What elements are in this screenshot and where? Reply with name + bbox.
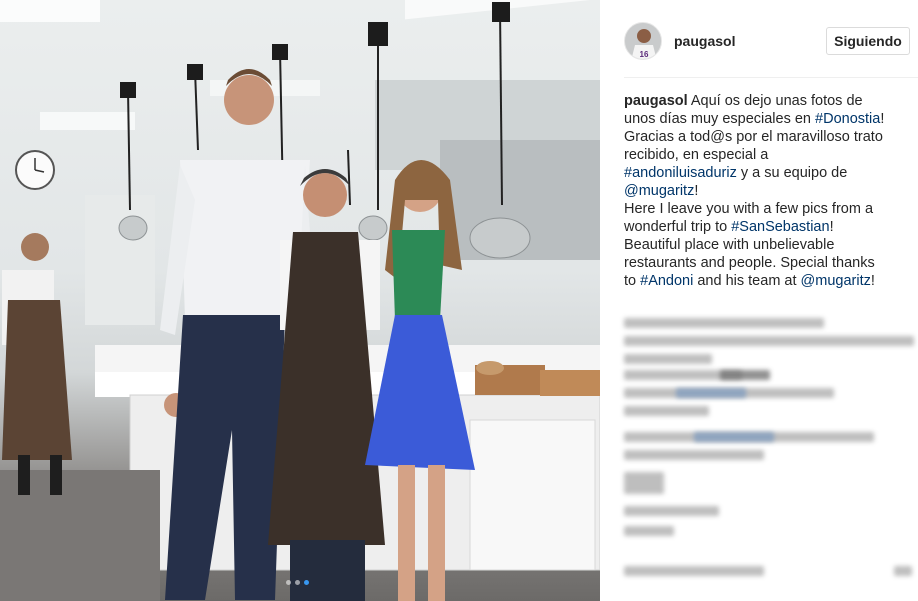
avatar-image: 16 — [625, 23, 661, 59]
caption-line: wonderful trip to #SanSebastian! — [624, 218, 914, 236]
caption-text: Gracias a tod@s por el maravilloso trato — [624, 129, 883, 145]
caption-text: ! — [694, 183, 699, 199]
caption-line: Here I leave you with a few pics from a — [624, 200, 914, 218]
caption-text: Here I leave you with a few pics from a — [624, 201, 874, 217]
caption-text: wonderful trip to — [624, 219, 732, 235]
caption-text: to — [624, 273, 641, 289]
carousel-dot[interactable] — [295, 580, 300, 585]
caption-text: recibido, en especial a — [624, 147, 769, 163]
svg-text:16: 16 — [640, 50, 649, 59]
mention-link[interactable]: @mugaritz — [801, 273, 871, 289]
hashtag-link[interactable]: #Andoni — [640, 273, 693, 289]
kitchen-photo-image — [0, 0, 600, 601]
hashtag-link[interactable]: #andoniluisaduriz — [624, 165, 737, 181]
carousel-indicator[interactable] — [286, 580, 309, 585]
caption-line: restaurants and people. Special thanks — [624, 254, 914, 272]
caption-text: ! — [829, 219, 834, 235]
username-link[interactable]: paugasol — [674, 33, 735, 49]
caption-text: and his team at — [693, 273, 801, 289]
caption-line: paugasol Aquí os dejo unas fotos de — [624, 92, 914, 110]
caption-line: Beautiful place with unbelievable — [624, 236, 914, 254]
caption-text: Aquí os dejo unas fotos de — [687, 93, 863, 109]
hashtag-link[interactable]: #SanSebastian — [731, 219, 829, 235]
caption-line: recibido, en especial a — [624, 146, 914, 164]
caption-text: ! — [880, 111, 885, 127]
caption-author-link[interactable]: paugasol — [624, 93, 688, 109]
caption-text: unos días muy especiales en — [624, 111, 816, 127]
caption-text: Beautiful place with unbelievable — [624, 237, 835, 253]
avatar[interactable]: 16 — [624, 22, 662, 60]
following-button[interactable]: Siguiendo — [826, 27, 910, 55]
caption-text: y a su equipo de — [736, 165, 848, 181]
post-header: 16 paugasol Siguiendo — [624, 16, 918, 78]
blurred-comments — [624, 318, 914, 588]
caption-line: unos días muy especiales en #Donostia! — [624, 110, 914, 128]
mention-link[interactable]: @mugaritz — [624, 183, 694, 199]
carousel-dot-active[interactable] — [304, 580, 309, 585]
caption-line: to #Andoni and his team at @mugaritz! — [624, 272, 914, 290]
hashtag-link[interactable]: #Donostia — [815, 111, 880, 127]
instagram-post: 16 paugasol Siguiendo paugasol Aquí os d… — [0, 0, 918, 601]
post-photo[interactable] — [0, 0, 600, 601]
caption-line: @mugaritz! — [624, 182, 914, 200]
caption-text: ! — [870, 273, 875, 289]
carousel-dot[interactable] — [286, 580, 291, 585]
post-details-panel: 16 paugasol Siguiendo paugasol Aquí os d… — [600, 0, 918, 601]
caption-line: #andoniluisaduriz y a su equipo de — [624, 164, 914, 182]
caption-line: Gracias a tod@s por el maravilloso trato — [624, 128, 914, 146]
post-caption: paugasol Aquí os dejo unas fotos de unos … — [624, 92, 914, 290]
caption-text: restaurants and people. Special thanks — [624, 255, 875, 271]
